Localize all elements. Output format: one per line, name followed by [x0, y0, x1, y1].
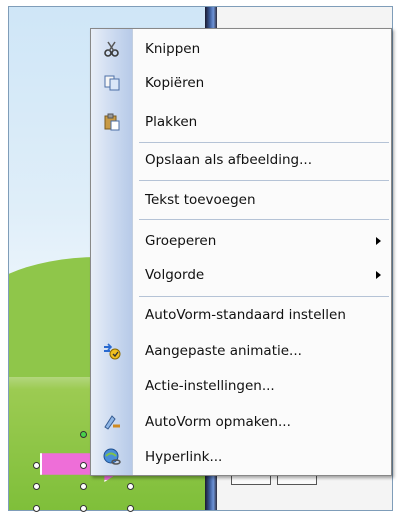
menu-item-tekst-toevoegen[interactable]: Tekst toevoegen [91, 184, 391, 216]
resize-handle[interactable] [33, 483, 40, 490]
menu-item-label: Hyperlink... [145, 449, 223, 465]
resize-handle[interactable] [33, 462, 40, 469]
menu-item-aangepaste-animatie[interactable]: Aangepaste animatie... [91, 335, 391, 367]
menu-item-hyperlink[interactable]: Hyperlink... [91, 441, 391, 473]
animation-icon [101, 340, 123, 362]
menu-separator [139, 142, 389, 143]
menu-item-opslaan-als-afbeelding[interactable]: Opslaan als afbeelding... [91, 144, 391, 176]
menu-item-label: AutoVorm opmaken... [145, 414, 291, 430]
hyperlink-icon [101, 446, 123, 468]
menu-item-label: Plakken [145, 114, 198, 130]
menu-item-groeperen[interactable]: Groeperen [91, 225, 391, 257]
menu-item-label: Groeperen [145, 233, 217, 249]
menu-item-label: Volgorde [145, 267, 205, 283]
rotate-handle[interactable] [80, 431, 87, 438]
menu-item-knippen[interactable]: Knippen [91, 33, 391, 65]
menu-item-label: Aangepaste animatie... [145, 343, 302, 359]
resize-handle[interactable] [127, 505, 134, 512]
paste-icon [101, 111, 123, 133]
menu-separator [139, 296, 389, 297]
menu-separator [139, 180, 389, 181]
resize-handle[interactable] [80, 483, 87, 490]
copy-icon [101, 72, 123, 94]
menu-separator [139, 219, 389, 220]
menu-item-kopieren[interactable]: Kopiëren [91, 67, 391, 99]
context-menu: Knippen Kopiëren Plakken Opslaan als afb… [90, 28, 392, 476]
resize-handle[interactable] [33, 505, 40, 512]
menu-item-label: Tekst toevoegen [145, 192, 256, 208]
menu-item-autovorm-standaard[interactable]: AutoVorm-standaard instellen [91, 299, 391, 331]
menu-item-label: Opslaan als afbeelding... [145, 152, 312, 168]
submenu-arrow-icon [376, 271, 381, 279]
resize-handle[interactable] [127, 483, 134, 490]
menu-item-actie-instellingen[interactable]: Actie-instellingen... [91, 370, 391, 402]
menu-item-label: AutoVorm-standaard instellen [145, 307, 346, 323]
format-shape-icon [101, 411, 123, 433]
resize-handle[interactable] [80, 462, 87, 469]
menu-item-volgorde[interactable]: Volgorde [91, 259, 391, 291]
menu-item-label: Knippen [145, 41, 201, 57]
menu-item-autovorm-opmaken[interactable]: AutoVorm opmaken... [91, 406, 391, 438]
scissors-icon [101, 38, 123, 60]
menu-item-label: Actie-instellingen... [145, 378, 275, 394]
submenu-arrow-icon [376, 237, 381, 245]
resize-handle[interactable] [80, 505, 87, 512]
menu-item-plakken[interactable]: Plakken [91, 106, 391, 138]
menu-item-label: Kopiëren [145, 75, 205, 91]
